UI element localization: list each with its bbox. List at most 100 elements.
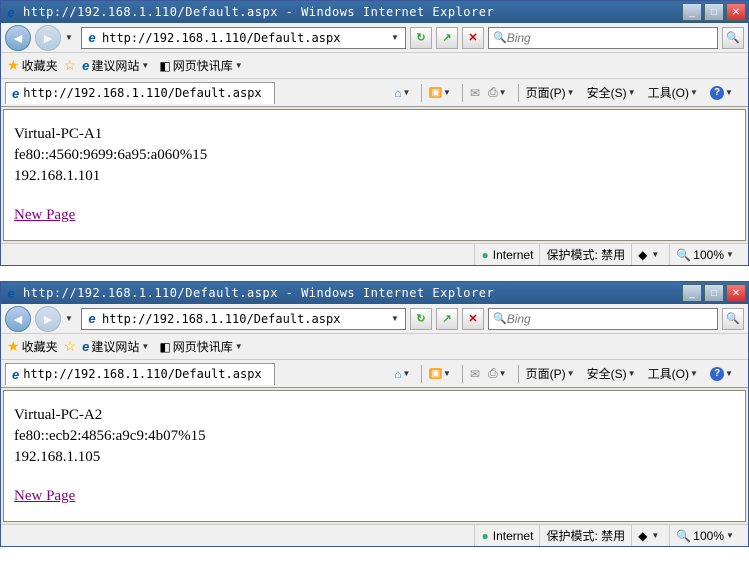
ie-small-icon: e <box>82 339 89 354</box>
page-content: Virtual-PC-A2 fe80::ecb2:4856:a9c9:4b07%… <box>3 390 746 522</box>
minimize-button[interactable]: _ <box>682 3 702 21</box>
safety-menu[interactable]: 安全(S)▼ <box>584 363 643 384</box>
url-input[interactable] <box>100 312 391 326</box>
refresh-button[interactable]: ↻ <box>410 27 432 49</box>
ie-window-1: e http://192.168.1.110/Default.aspx - Wi… <box>0 0 749 266</box>
command-bar: ⌂▼ ▣▼ ✉ ⎙▼ 页面(P)▼ 安全(S)▼ 工具(O)▼ ?▼ <box>391 363 744 384</box>
favorites-button[interactable]: ★收藏夹 <box>7 338 58 355</box>
zone-status[interactable]: ●Internet <box>474 525 539 546</box>
titlebar[interactable]: e http://192.168.1.110/Default.aspx - Wi… <box>1 282 748 304</box>
url-input[interactable] <box>100 31 391 45</box>
home-button[interactable]: ⌂▼ <box>391 365 417 383</box>
add-favorites-button[interactable]: ☆ <box>64 338 77 355</box>
chevron-down-icon: ▼ <box>141 342 153 351</box>
globe-icon: ● <box>481 529 488 543</box>
search-input[interactable] <box>507 31 713 45</box>
star-icon: ★ <box>7 57 20 74</box>
protected-mode-status: 保护模式: 禁用 <box>539 244 631 265</box>
page-icon: e <box>84 311 100 327</box>
feeds-button[interactable]: ▣▼ <box>426 366 458 381</box>
nav-history-dropdown[interactable]: ▼ <box>65 33 77 42</box>
search-icon: 🔍 <box>493 312 507 325</box>
ie-icon: e <box>3 285 19 301</box>
page-menu[interactable]: 页面(P)▼ <box>523 363 582 384</box>
maximize-button[interactable]: □ <box>704 284 724 302</box>
search-box[interactable]: 🔍 <box>488 27 718 49</box>
cancel-button[interactable]: ✕ <box>462 27 484 49</box>
page-menu[interactable]: 页面(P)▼ <box>523 82 582 103</box>
search-input[interactable] <box>507 312 713 326</box>
suggested-sites-link[interactable]: e建议网站▼ <box>82 57 153 74</box>
favorites-button[interactable]: ★收藏夹 <box>7 57 58 74</box>
search-icon: 🔍 <box>493 31 507 44</box>
ie-window-2: e http://192.168.1.110/Default.aspx - Wi… <box>0 281 749 547</box>
suggested-sites-link[interactable]: e建议网站▼ <box>82 338 153 355</box>
minimize-button[interactable]: _ <box>682 284 702 302</box>
address-bar[interactable]: e ▼ <box>81 308 406 330</box>
mail-button[interactable]: ✉ <box>467 365 483 383</box>
mail-icon: ✉ <box>470 367 480 381</box>
chevron-down-icon: ▼ <box>235 61 247 70</box>
tab-default-aspx[interactable]: e http://192.168.1.110/Default.aspx <box>5 363 275 385</box>
search-box[interactable]: 🔍 <box>488 308 718 330</box>
globe-icon: ● <box>481 248 488 262</box>
forward-button[interactable]: ► <box>35 25 61 51</box>
shield-icon: ◆ <box>638 529 647 543</box>
back-button[interactable]: ◄ <box>5 306 31 332</box>
mail-button[interactable]: ✉ <box>467 84 483 102</box>
stop-button[interactable]: ↗ <box>436 27 458 49</box>
tools-menu[interactable]: 工具(O)▼ <box>645 82 705 103</box>
titlebar[interactable]: e http://192.168.1.110/Default.aspx - Wi… <box>1 1 748 23</box>
url-dropdown-icon[interactable]: ▼ <box>391 314 403 323</box>
slice-icon: ◧ <box>159 340 170 354</box>
ie-small-icon: e <box>82 58 89 73</box>
tools-menu[interactable]: 工具(O)▼ <box>645 363 705 384</box>
tab-bar: e http://192.168.1.110/Default.aspx ⌂▼ ▣… <box>1 79 748 107</box>
zoom-control[interactable]: 🔍100%▼ <box>669 244 744 265</box>
help-icon: ? <box>710 86 724 100</box>
tab-bar: e http://192.168.1.110/Default.aspx ⌂▼ ▣… <box>1 360 748 388</box>
address-bar[interactable]: e ▼ <box>81 27 406 49</box>
ipv6-text: fe80::ecb2:4856:a9c9:4b07%15 <box>14 426 735 447</box>
home-button[interactable]: ⌂▼ <box>391 84 417 102</box>
safety-menu[interactable]: 安全(S)▼ <box>584 82 643 103</box>
rss-icon: ▣ <box>429 87 442 98</box>
zoom-dropdown[interactable]: ◆▼ <box>631 244 669 265</box>
web-slice-link[interactable]: ◧网页快讯库▼ <box>159 338 246 355</box>
zone-status[interactable]: ●Internet <box>474 244 539 265</box>
new-page-link[interactable]: New Page <box>14 205 75 226</box>
print-icon: ⎙ <box>488 366 498 381</box>
tab-default-aspx[interactable]: e http://192.168.1.110/Default.aspx <box>5 82 275 104</box>
cancel-button[interactable]: ✕ <box>462 308 484 330</box>
print-button[interactable]: ⎙▼ <box>485 83 514 102</box>
feeds-button[interactable]: ▣▼ <box>426 85 458 100</box>
add-favorites-button[interactable]: ☆ <box>64 57 77 74</box>
web-slice-link[interactable]: ◧网页快讯库▼ <box>159 57 246 74</box>
stop-button[interactable]: ↗ <box>436 308 458 330</box>
url-dropdown-icon[interactable]: ▼ <box>391 33 403 42</box>
maximize-button[interactable]: □ <box>704 3 724 21</box>
page-content: Virtual-PC-A1 fe80::4560:9699:6a95:a060%… <box>3 109 746 241</box>
tab-icon: e <box>12 367 19 382</box>
refresh-button[interactable]: ↻ <box>410 308 432 330</box>
page-icon: e <box>84 30 100 46</box>
print-icon: ⎙ <box>488 85 498 100</box>
navigation-bar: ◄ ► ▼ e ▼ ↻ ↗ ✕ 🔍 🔍 <box>1 23 748 53</box>
help-button[interactable]: ?▼ <box>707 365 740 383</box>
nav-history-dropdown[interactable]: ▼ <box>65 314 77 323</box>
tab-label: http://192.168.1.110/Default.aspx <box>23 367 261 381</box>
search-go-button[interactable]: 🔍 <box>722 308 744 330</box>
search-go-button[interactable]: 🔍 <box>722 27 744 49</box>
hostname-text: Virtual-PC-A2 <box>14 405 735 426</box>
forward-button[interactable]: ► <box>35 306 61 332</box>
zoom-control[interactable]: 🔍100%▼ <box>669 525 744 546</box>
new-page-link[interactable]: New Page <box>14 486 75 507</box>
close-button[interactable]: ✕ <box>726 284 746 302</box>
print-button[interactable]: ⎙▼ <box>485 364 514 383</box>
home-icon: ⌂ <box>394 86 401 100</box>
chevron-down-icon: ▼ <box>141 61 153 70</box>
help-button[interactable]: ?▼ <box>707 84 740 102</box>
close-button[interactable]: ✕ <box>726 3 746 21</box>
back-button[interactable]: ◄ <box>5 25 31 51</box>
zoom-dropdown[interactable]: ◆▼ <box>631 525 669 546</box>
